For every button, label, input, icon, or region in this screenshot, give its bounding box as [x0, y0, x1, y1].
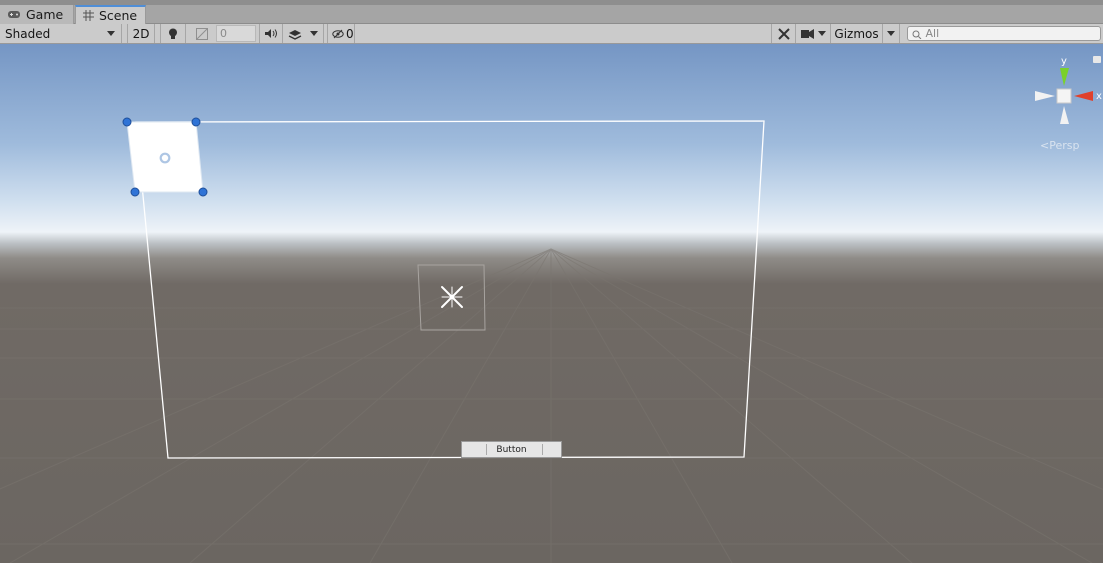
- layers-icon: [288, 28, 302, 40]
- projection-label: Persp: [1049, 139, 1080, 152]
- resize-handle-bottom-right[interactable]: [198, 187, 208, 197]
- persp-arrow-icon: <: [1040, 139, 1050, 152]
- selected-image[interactable]: [122, 117, 208, 197]
- tools-button[interactable]: [771, 24, 796, 43]
- title-strip: [0, 0, 1103, 5]
- tools-icon: [777, 27, 790, 40]
- chevron-down-icon: [107, 31, 115, 36]
- lightbulb-icon: [168, 28, 178, 40]
- window-tab-bar: Game Scene: [0, 0, 1103, 24]
- button-slice-left: [486, 444, 487, 455]
- scene-toolbar: Shaded 2D 0 0 Gizmos All: [0, 24, 1103, 44]
- chevron-down-icon: [818, 31, 826, 36]
- resize-handle-bottom-left[interactable]: [130, 187, 140, 197]
- gizmo-axis-neg-x-cone[interactable]: [1035, 91, 1055, 101]
- button-slice-right: [542, 444, 543, 455]
- effects-dropdown[interactable]: [306, 24, 324, 43]
- scene-ui-button-label: Button: [496, 444, 527, 455]
- speaker-icon: [264, 28, 278, 39]
- scene-viewport[interactable]: y x <Persp Button: [0, 44, 1103, 563]
- tab-game-label: Game: [26, 7, 64, 22]
- grid-snap-toggle[interactable]: [190, 24, 214, 43]
- gizmos-button[interactable]: Gizmos: [831, 24, 883, 43]
- search-icon: [912, 30, 922, 39]
- search-placeholder: All: [925, 27, 940, 40]
- draw-mode-label: Shaded: [5, 26, 51, 41]
- tab-scene-label: Scene: [99, 8, 138, 23]
- toggle-2d-label: 2D: [132, 26, 150, 41]
- gizmos-label: Gizmos: [834, 26, 879, 41]
- draw-mode-dropdown[interactable]: Shaded: [0, 24, 122, 43]
- hidden-objects-toggle[interactable]: 0: [327, 24, 355, 43]
- hidden-objects-count: 0: [346, 26, 354, 41]
- effects-toggle[interactable]: [284, 24, 306, 43]
- lock-icon[interactable]: [1093, 56, 1101, 63]
- gizmo-axis-neg-y-cone[interactable]: [1060, 106, 1069, 124]
- camera-settings-button[interactable]: [797, 24, 831, 43]
- scene-canvas: y x: [0, 56, 1103, 563]
- grid-icon: [83, 10, 94, 21]
- ground-grid: [0, 248, 1103, 563]
- gizmos-dropdown[interactable]: [883, 24, 900, 43]
- tab-game[interactable]: Game: [0, 5, 74, 24]
- projection-toggle[interactable]: <Persp: [1040, 139, 1079, 152]
- chevron-down-icon: [310, 31, 318, 36]
- audio-toggle[interactable]: [259, 24, 283, 43]
- gizmo-center-cube[interactable]: [1056, 88, 1072, 104]
- eye-slash-icon: [332, 29, 344, 39]
- chevron-down-icon: [887, 31, 895, 36]
- gizmo-axis-y-cone[interactable]: [1060, 68, 1069, 86]
- gamepad-icon: [7, 10, 21, 19]
- grid-snap-icon: [196, 27, 208, 40]
- resize-handle-top-right[interactable]: [191, 117, 201, 127]
- tab-scene[interactable]: Scene: [75, 5, 146, 24]
- canvas-rect-outline[interactable]: [135, 120, 765, 459]
- orientation-gizmo[interactable]: y x: [1035, 56, 1102, 124]
- hierarchy-search-input[interactable]: All: [907, 26, 1101, 41]
- move-cross-icon: [441, 286, 463, 308]
- gizmo-x-label: x: [1096, 91, 1102, 102]
- gizmo-y-label: y: [1061, 56, 1067, 67]
- lighting-toggle[interactable]: [160, 24, 186, 43]
- camera-icon: [801, 28, 814, 39]
- scene-ui-button[interactable]: Button: [461, 441, 562, 458]
- gizmo-axis-x-cone[interactable]: [1074, 91, 1093, 101]
- toggle-2d-button[interactable]: 2D: [127, 24, 155, 43]
- resize-handle-top-left[interactable]: [122, 117, 132, 127]
- grid-size-field[interactable]: 0: [216, 25, 256, 42]
